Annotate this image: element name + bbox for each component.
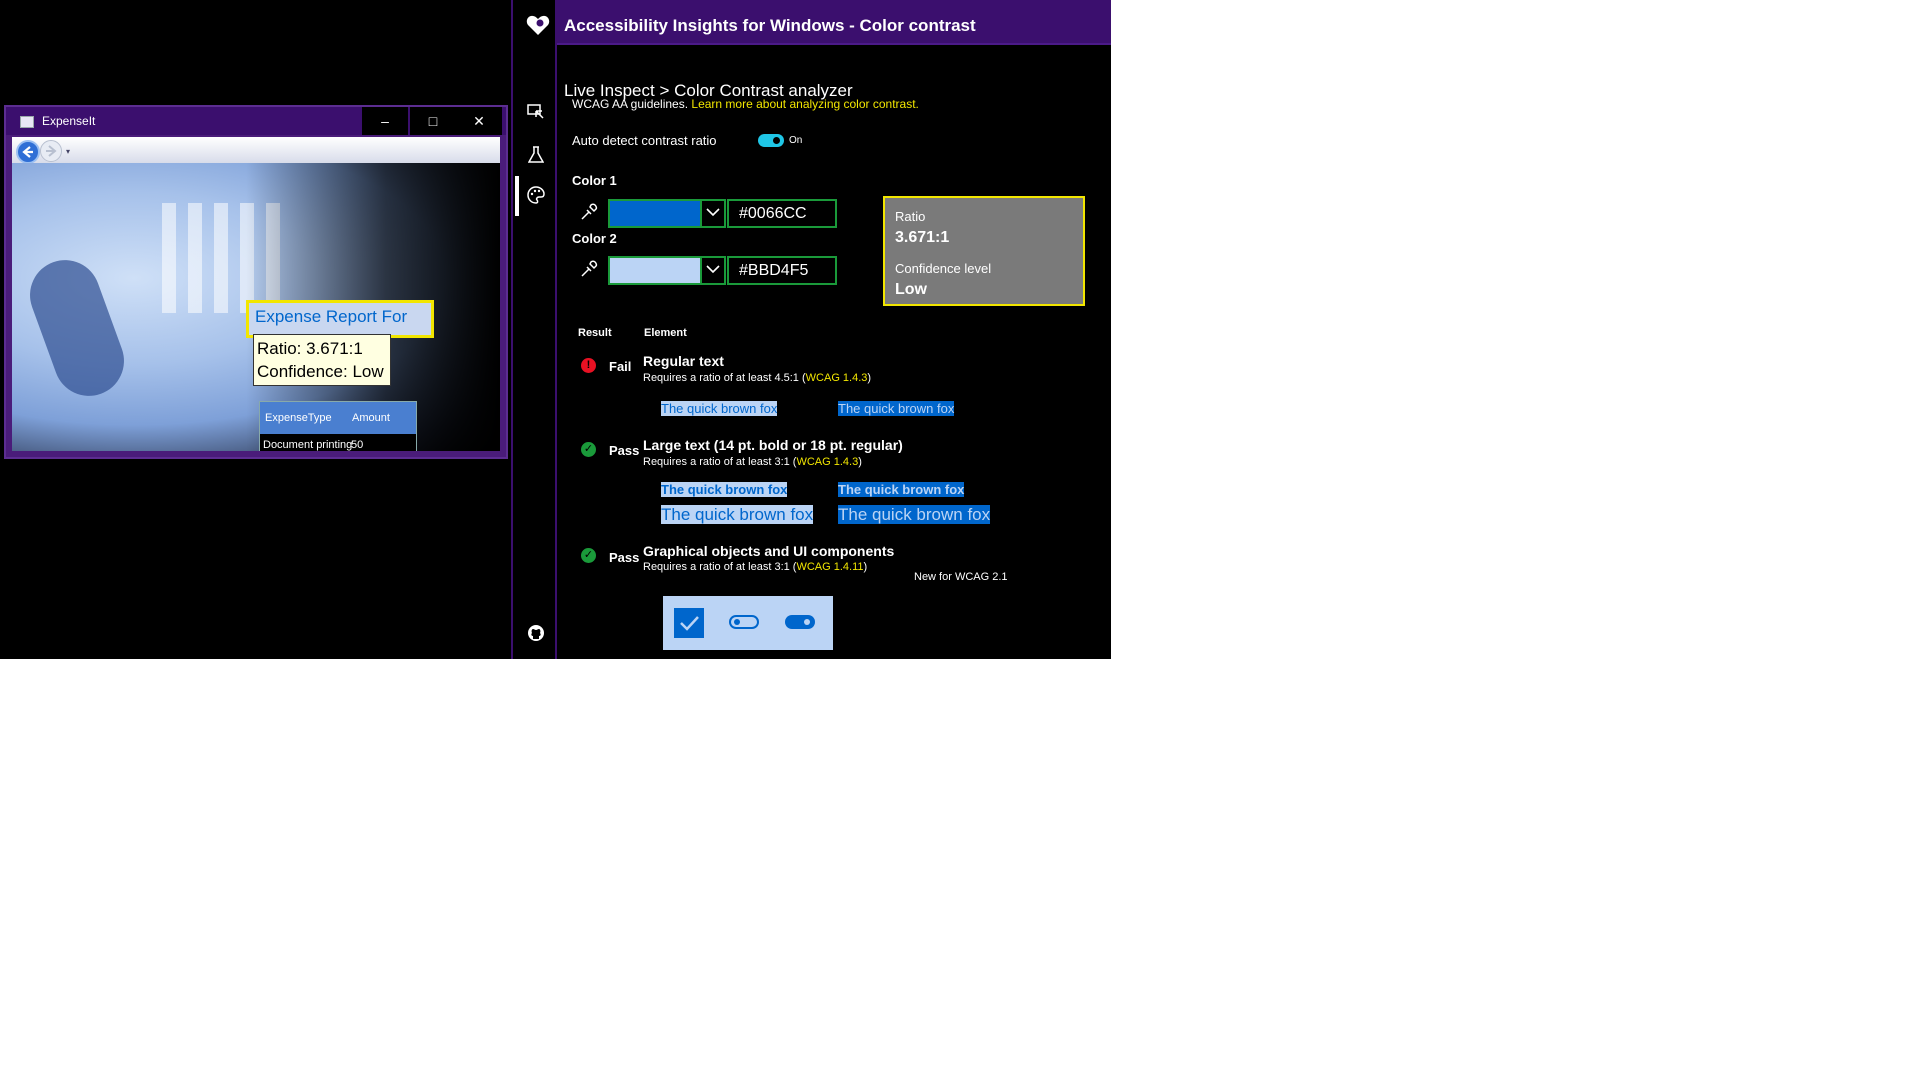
color1-dropdown-button[interactable] [700,199,726,228]
ratio-value: 3.671:1 [895,229,950,246]
heart-logo-icon [526,14,550,41]
column-header-element: Element [644,327,687,339]
sample-text: The quick brown fox [661,401,778,416]
tooltip-ratio: Ratio: 3.671:1 [257,339,363,358]
forward-arrow-icon[interactable] [40,140,62,162]
table-cell-type: Document printing [263,439,353,451]
sample-toggle-off [729,615,759,629]
pass-icon: ✓ [581,548,596,563]
element-requirement: Requires a ratio of at least 4.5:1 (WCAG… [643,372,872,384]
ui-component-samples [663,596,833,650]
color1-label: Color 1 [572,173,617,188]
expenseit-window: ExpenseIt – □ ✕ ▾ Expense Report For Rat… [4,105,508,459]
color2-swatch[interactable] [608,256,702,285]
wcag-link[interactable]: WCAG 1.4.3 [806,372,868,384]
live-inspect-icon[interactable] [526,104,546,125]
sample-text: The quick brown fox [661,505,814,524]
ratio-label: Ratio [895,209,926,224]
minimize-button[interactable]: – [362,107,408,135]
expenseit-titlebar[interactable]: ExpenseIt – □ ✕ [6,107,506,135]
color2-label: Color 2 [572,231,617,246]
element-requirement: Requires a ratio of at least 3:1 (WCAG 1… [643,561,868,573]
element-requirement: Requires a ratio of at least 3:1 (WCAG 1… [643,456,862,468]
maximize-button[interactable]: □ [410,107,456,135]
color1-swatch[interactable] [608,199,702,228]
color-palette-icon[interactable] [526,186,546,209]
auto-detect-toggle[interactable] [758,134,784,147]
wcag-link[interactable]: WCAG 1.4.11 [796,561,863,573]
element-heading: Large text (14 pt. bold or 18 pt. regula… [643,437,903,453]
result-status: Fail [609,359,632,374]
column-header-expense-type[interactable]: ExpenseType [265,412,332,424]
desktop: ExpenseIt – □ ✕ ▾ Expense Report For Rat… [0,0,1111,659]
ratio-panel: Ratio 3.671:1 Confidence level Low [883,196,1085,306]
active-indicator [515,176,519,216]
table-header: ExpenseType Amount [260,402,416,434]
expense-report-heading: Expense Report For [255,307,408,326]
auto-detect-label: Auto detect contrast ratio [572,133,717,148]
sample-text: The quick brown fox [838,482,965,497]
navigation-bar: ▾ [12,137,500,164]
inspected-element-highlight: Expense Report For [246,300,434,338]
back-arrow-icon[interactable] [16,140,40,164]
eyedropper-icon[interactable] [579,203,599,223]
eyedropper-icon[interactable] [579,260,599,280]
column-header-result: Result [578,327,612,339]
ai-titlebar[interactable]: Accessibility Insights for Windows - Col… [557,0,1111,45]
result-status: Pass [609,443,640,458]
result-status: Pass [609,550,640,565]
contrast-tooltip: Ratio: 3.671:1 Confidence: Low [253,334,391,386]
element-heading: Graphical objects and UI components [643,543,895,559]
dollar-sign-image [20,250,134,406]
pass-icon: ✓ [581,442,596,457]
sample-text: The quick brown fox [838,505,991,524]
expense-table[interactable]: ExpenseType Amount Document printing 50 … [259,401,417,451]
github-icon[interactable] [526,624,546,647]
confidence-value: Low [895,281,927,298]
new-for-wcag-note: New for WCAG 2.1 [914,571,1008,583]
confidence-label: Confidence level [895,261,992,276]
fail-icon: ! [581,358,596,373]
color1-hex-input[interactable]: #0066CC [727,199,837,228]
tooltip-confidence: Confidence: Low [257,362,384,381]
color-contrast-panel: WCAG AA guidelines. Learn more about ana… [557,45,1111,659]
color2-dropdown-button[interactable] [700,256,726,285]
expenseit-title: ExpenseIt [42,114,96,128]
navigation-rail [511,0,557,659]
sample-toggle-on [785,615,815,629]
element-heading: Regular text [643,353,724,369]
column-header-amount[interactable]: Amount [352,412,390,424]
app-window-icon [20,116,34,128]
history-dropdown-icon[interactable]: ▾ [66,147,70,156]
expenseit-client-area: ▾ Expense Report For Ratio: 3.671:1 Conf… [12,137,500,451]
color2-hex-input[interactable]: #BBD4F5 [727,256,837,285]
close-button[interactable]: ✕ [456,107,502,135]
auto-detect-state: On [789,135,803,146]
sample-text: The quick brown fox [661,482,788,497]
breadcrumb: Live Inspect > Color Contrast analyzer [564,81,853,100]
table-cell-amount: 50 [351,439,364,451]
wcag-link[interactable]: WCAG 1.4.3 [796,456,858,468]
sample-checkbox [674,608,704,638]
test-beaker-icon[interactable] [526,146,546,169]
sample-text: The quick brown fox [838,401,955,416]
window-title: Accessibility Insights for Windows - Col… [564,16,976,35]
